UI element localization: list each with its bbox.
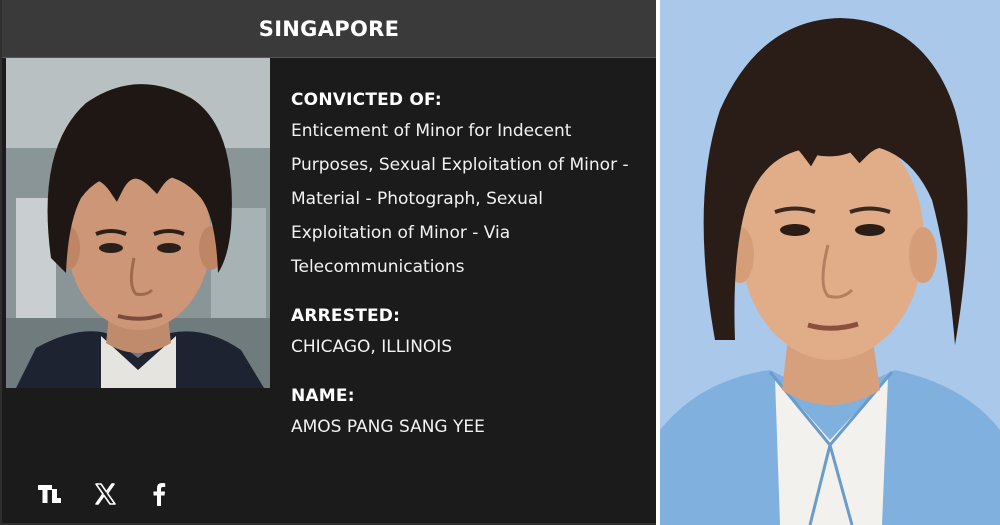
share-bar	[38, 478, 172, 510]
arrested-label: ARRESTED:	[291, 306, 401, 326]
mugshot-photo	[660, 0, 1000, 525]
facebook-icon[interactable]	[146, 481, 172, 507]
x-twitter-icon[interactable]	[92, 481, 118, 507]
screenshot-root: SINGAPORE CONVICTED OF: Enticement of Mi…	[0, 0, 1000, 525]
convicted-label: CONVICTED OF:	[291, 90, 442, 110]
mugshot-illustration	[660, 0, 1000, 525]
arrested-value: CHICAGO, ILLINOIS	[291, 337, 453, 357]
brand-logo-icon[interactable]	[38, 481, 64, 507]
profile-card: SINGAPORE CONVICTED OF: Enticement of Mi…	[0, 0, 656, 525]
details-panel: CONVICTED OF: Enticement of Minor for In…	[291, 90, 646, 466]
card-header: SINGAPORE	[2, 0, 656, 58]
profile-photo	[6, 58, 270, 388]
country-title: SINGAPORE	[258, 16, 400, 41]
name-value: AMOS PANG SANG YEE	[291, 417, 485, 437]
name-label: NAME:	[291, 386, 355, 406]
profile-photo-illustration	[6, 58, 270, 388]
convicted-value: Enticement of Minor for Indecent Purpose…	[291, 121, 629, 277]
